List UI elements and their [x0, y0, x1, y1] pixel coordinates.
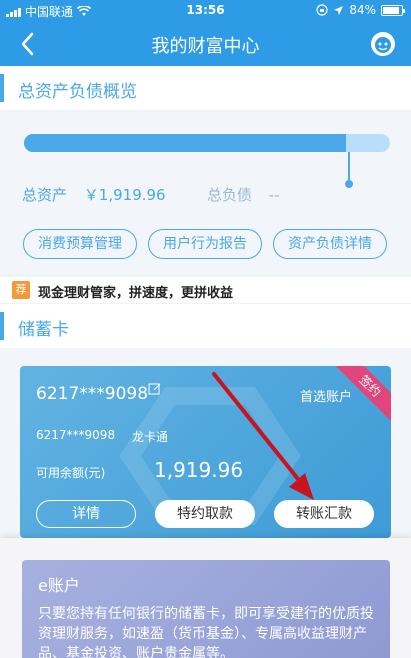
- card-number: 6217***9098: [36, 384, 149, 404]
- promo-text: 现金理财管家，拼速度，更拼收益: [38, 286, 234, 301]
- balance-label: 可用余额(元): [36, 466, 106, 480]
- card-sub-number: 6217***9098: [36, 428, 116, 442]
- transfer-button[interactable]: 转账汇款: [274, 500, 374, 528]
- customer-service-icon: [371, 32, 395, 56]
- preferred-account-label: 首选账户: [300, 390, 353, 405]
- status-right: 84%: [316, 3, 405, 17]
- debit-section-header: 储蓄卡: [0, 304, 411, 348]
- edit-icon[interactable]: [148, 382, 162, 396]
- total-assets-value: ￥1,919.96: [83, 186, 166, 204]
- asset-debt-bar: [24, 134, 390, 152]
- page-title: 我的财富中心: [151, 36, 260, 57]
- card-detail-button[interactable]: 详情: [36, 500, 136, 528]
- overview-section-title: 总资产负债概览: [18, 82, 137, 102]
- nav-bar: 我的财富中心: [0, 22, 411, 66]
- bar-marker-line: [348, 152, 350, 182]
- asset-debt-detail-button[interactable]: 资产负债详情: [273, 229, 387, 259]
- status-bar: 中国联通 13:56 84%: [0, 0, 411, 22]
- section-accent-bar: [0, 312, 4, 340]
- overview-section-header: 总资产负债概览: [0, 66, 411, 110]
- e-account-title: e账户: [38, 576, 80, 595]
- total-debt-value: --: [268, 186, 280, 204]
- battery-percent: 84%: [349, 3, 376, 17]
- total-debt-label: 总负债: [207, 186, 253, 204]
- budget-management-button[interactable]: 消费预算管理: [23, 229, 137, 259]
- debit-section-title: 储蓄卡: [18, 320, 69, 340]
- asset-fill: [24, 134, 347, 152]
- debit-card[interactable]: 6217***9098 首选账户 签约 6217***9098 龙卡通 可用余额…: [20, 366, 391, 538]
- location-icon: [334, 5, 344, 15]
- behavior-report-button[interactable]: 用户行为报告: [148, 229, 262, 259]
- balance-value: 1,919.96: [154, 458, 244, 482]
- bar-marker-dot: [345, 180, 353, 188]
- recommend-badge: 荐: [12, 281, 30, 299]
- section-accent-bar: [0, 74, 4, 102]
- customer-service-button[interactable]: [369, 30, 397, 58]
- total-assets-label: 总资产: [22, 186, 68, 204]
- orientation-lock-icon: [316, 4, 328, 16]
- promo-ticker[interactable]: 荐 现金理财管家，拼速度，更拼收益: [0, 277, 411, 303]
- battery-icon: [381, 4, 405, 16]
- e-account-card[interactable]: e账户 只要您持有任何银行的储蓄卡，即可享受建行的优质投资理财服务，如速盈（货币…: [22, 560, 390, 658]
- total-assets: 总资产 ￥1,919.96: [22, 184, 166, 205]
- total-debt: 总负债 --: [207, 184, 280, 205]
- card-product-name: 龙卡通: [132, 430, 169, 444]
- special-withdraw-button[interactable]: 特约取款: [155, 500, 255, 528]
- e-account-description: 只要您持有任何银行的储蓄卡，即可享受建行的优质投资理财服务，如速盈（货币基金）、…: [38, 606, 374, 658]
